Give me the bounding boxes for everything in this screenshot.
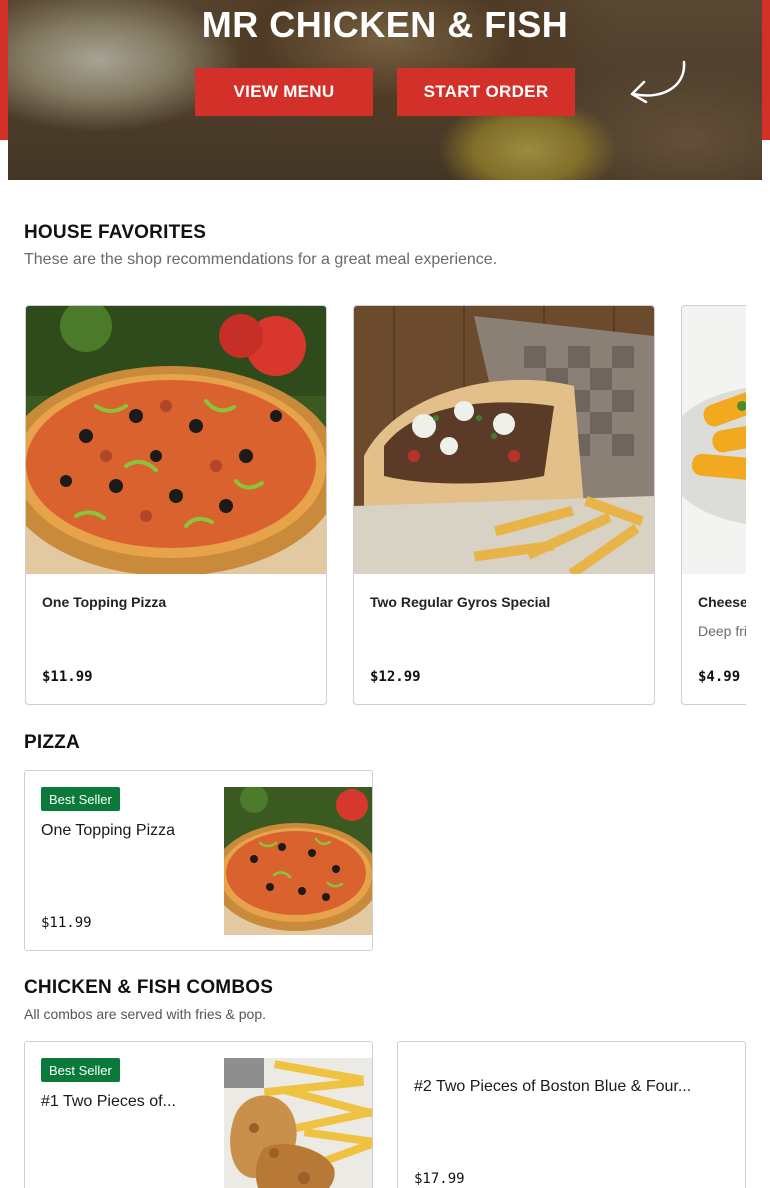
favorite-price: $12.99 (370, 669, 421, 685)
menu-item-card[interactable]: Best Seller #1 Two Pieces of... (24, 1041, 373, 1188)
curved-arrow-icon (630, 60, 686, 104)
favorite-description: Deep fri outside (698, 623, 746, 639)
menu-item-price: $11.99 (41, 915, 92, 931)
pizza-heading: PIZZA (24, 732, 80, 753)
house-favorites-heading: HOUSE FAVORITES (24, 222, 207, 243)
gyros-photo (354, 306, 654, 574)
restaurant-title: MR CHICKEN & FISH (201, 4, 569, 45)
pizza-photo (224, 787, 372, 935)
favorite-name: Cheese (698, 594, 746, 610)
start-order-button[interactable]: START ORDER (397, 68, 575, 116)
menu-item-name: #1 Two Pieces of... (41, 1093, 176, 1110)
favorite-name: Two Regular Gyros Special (370, 594, 551, 610)
pizza-photo (26, 306, 326, 574)
view-menu-button[interactable]: VIEW MENU (195, 68, 373, 116)
cheese-sticks-photo (682, 306, 746, 574)
menu-item-name: #2 Two Pieces of Boston Blue & Four... (414, 1078, 692, 1095)
hero-banner: MR CHICKEN & FISH VIEW MENU START ORDER (8, 0, 762, 180)
menu-item-name: One Topping Pizza (41, 822, 176, 839)
favorite-card[interactable]: One Topping Pizza $11.99 (25, 305, 327, 705)
combos-description: All combos are served with fries & pop. (24, 1006, 266, 1022)
best-seller-badge: Best Seller (41, 787, 120, 811)
favorite-price: $11.99 (42, 669, 93, 685)
favorite-card[interactable]: Cheese Deep fri outside $4.99 (681, 305, 746, 705)
best-seller-badge: Best Seller (41, 1058, 120, 1082)
favorite-name: One Topping Pizza (42, 594, 167, 610)
house-favorites-description: These are the shop recommendations for a… (24, 251, 498, 268)
menu-item-card[interactable]: #2 Two Pieces of Boston Blue & Four... $… (397, 1041, 746, 1188)
favorite-card[interactable]: Two Regular Gyros Special $12.99 (353, 305, 655, 705)
chicken-fries-photo (224, 1058, 372, 1188)
favorites-carousel: One Topping Pizza $11.99 Two Regular Gyr… (24, 305, 746, 706)
combos-heading: CHICKEN & FISH COMBOS (24, 977, 274, 998)
menu-item-price: $17.99 (414, 1171, 465, 1187)
menu-item-card[interactable]: Best Seller One Topping Pizza $11.99 (24, 770, 373, 951)
favorite-price: $4.99 (698, 669, 741, 685)
